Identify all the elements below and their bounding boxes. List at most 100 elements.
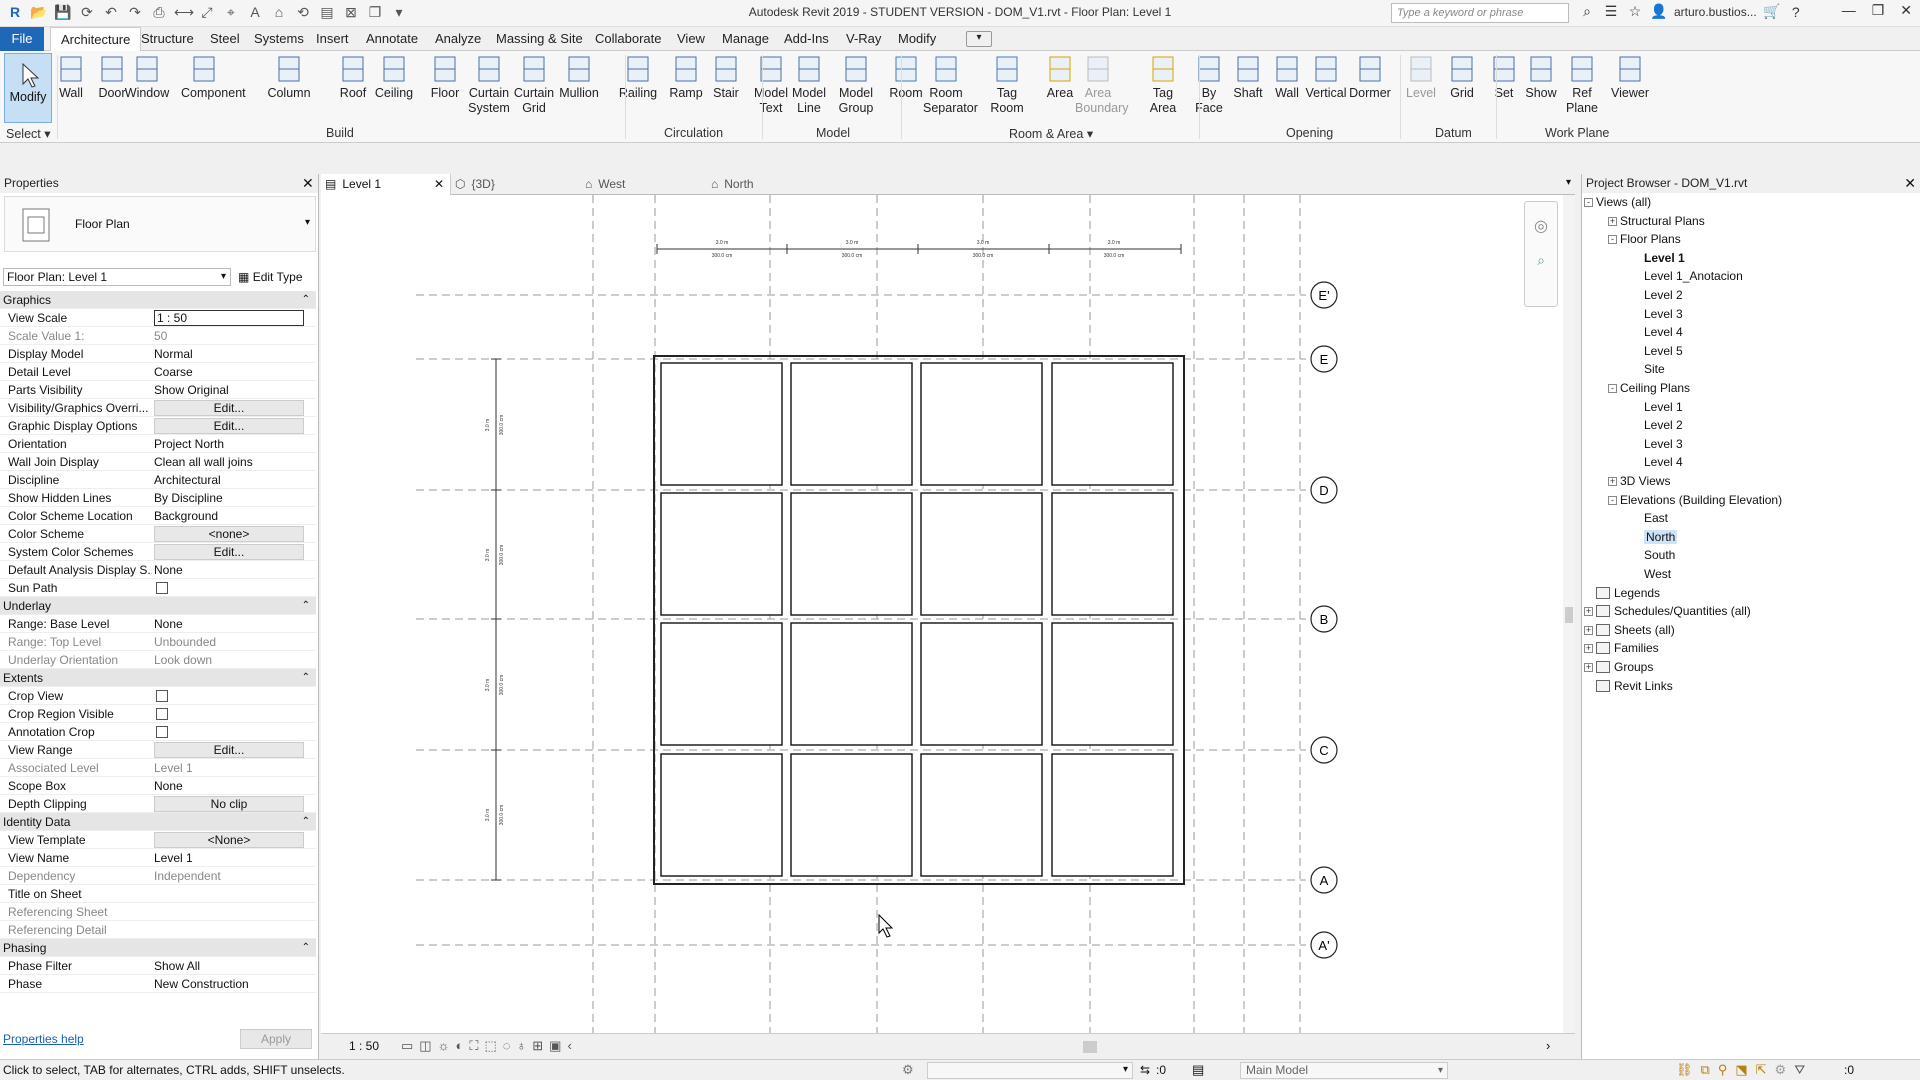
properties-help-link[interactable]: Properties help [3,1032,84,1046]
collapse-icon[interactable]: ⌃ [302,939,310,957]
browser-node[interactable]: - Views (all) [1584,194,1651,210]
property-value[interactable]: New Construction [154,975,304,993]
grid-bubble-label[interactable]: E' [1318,288,1329,303]
grid-bubble-label[interactable]: A [1320,873,1329,888]
favorites-icon[interactable]: ☆ [1626,3,1644,20]
property-edit-button[interactable]: <None> [154,832,304,848]
tag-room-button[interactable]: Tag Room [984,54,1030,116]
floor-plan-drawing[interactable]: E' E D B C A A' 3.0 m 300.0 cm 3.0 m 300.0 cm 3.0 m… [321,195,1563,1033]
switch-windows-icon[interactable]: ❐ [366,3,384,21]
collapse-icon[interactable]: - [1608,235,1617,245]
roof-button[interactable]: Roof [330,54,376,101]
property-row[interactable]: Default Analysis Display S... None [0,561,316,579]
property-edit-button[interactable]: Edit... [154,418,304,434]
property-section[interactable]: Graphics ⌃ [0,291,316,309]
crop-view-icon[interactable]: ⛶ [469,1038,478,1054]
property-row[interactable]: View Name Level 1 [0,849,316,867]
property-row[interactable]: Title on Sheet [0,885,316,903]
dimension-icon[interactable]: ⤢ [198,3,216,21]
property-row[interactable]: Range: Base Level None [0,615,316,633]
binoculars-icon[interactable]: ⌕ [1578,3,1596,20]
expand-icon[interactable]: + [1608,216,1617,226]
browser-node[interactable]: + Structural Plans [1608,213,1705,229]
vertical-button[interactable]: Vertical [1303,54,1349,101]
property-edit-button[interactable]: No clip [154,796,304,812]
property-edit-button[interactable]: Edit... [154,400,304,416]
property-row[interactable]: Depth Clipping No clip [0,795,316,813]
property-row[interactable]: Graphic Display Options Edit... [0,417,316,435]
area-boundary-button[interactable]: Area Boundary [1075,54,1129,116]
collapse-icon[interactable]: - [1608,384,1617,393]
tab-annotate[interactable]: Annotate [366,31,418,46]
checkbox[interactable] [156,582,168,594]
save-icon[interactable]: 💾 [54,3,72,21]
tag-icon[interactable]: ⌖ [222,3,240,21]
collapse-icon[interactable]: ⌃ [302,669,310,687]
horizontal-scroll-thumb[interactable] [1083,1041,1097,1053]
property-value[interactable]: Coarse [154,363,304,381]
property-value[interactable]: Level 1 [154,849,304,867]
search-input[interactable]: Type a keyword or phrase [1391,3,1569,23]
property-row[interactable]: Orientation Project North [0,435,316,453]
tab-steel[interactable]: Steel [210,31,240,46]
steering-wheel-icon[interactable]: ◎ [1525,216,1557,236]
temporary-hide-icon[interactable]: ◌ [503,1038,511,1054]
panel-label-select[interactable]: Select ▾ [6,126,51,141]
property-row[interactable]: Sun Path [0,579,316,597]
edit-type-button[interactable]: ▦ Edit Type [238,268,303,286]
level-button[interactable]: Level [1398,54,1444,101]
property-row[interactable]: Discipline Architectural [0,471,316,489]
browser-node[interactable]: + Schedules/Quantities (all) [1584,603,1751,619]
sun-path-icon[interactable]: ☼ [438,1038,450,1054]
browser-node[interactable]: Level 1 [1644,250,1685,266]
browser-node[interactable]: Level 2 [1644,417,1683,433]
curtain-grid-button[interactable]: Curtain Grid [511,54,557,116]
property-value[interactable]: Show All [154,957,304,975]
property-value[interactable]: Architectural [154,471,304,489]
collapse-icon[interactable]: ⌃ [302,813,310,831]
property-value[interactable]: None [154,777,304,795]
browser-node[interactable]: + Sheets (all) [1584,622,1675,638]
browser-node[interactable]: - Elevations (Building Elevation) [1608,492,1782,508]
redo-icon[interactable]: ↷ [126,3,144,21]
property-row[interactable]: Display Model Normal [0,345,316,363]
tab-3d[interactable]: ⬡ {3D} [453,174,583,195]
dormer-button[interactable]: Dormer [1347,54,1393,101]
browser-node[interactable]: - Ceiling Plans [1608,380,1690,396]
ceiling-button[interactable]: Ceiling [371,54,417,101]
property-value[interactable]: Background [154,507,304,525]
help-icon[interactable]: ? [1787,4,1805,20]
analysis-icon[interactable]: ▣ [549,1038,561,1054]
railing-button[interactable]: Railing [615,54,661,101]
browser-node[interactable]: - Floor Plans [1608,231,1681,247]
drag-elements-icon[interactable]: ⇱ [1756,1062,1767,1078]
property-row[interactable]: Show Hidden Lines By Discipline [0,489,316,507]
property-section[interactable]: Identity Data ⌃ [0,813,316,831]
browser-node[interactable]: Level 2 [1644,287,1683,303]
property-edit-button[interactable]: Edit... [154,544,304,560]
filter-icon[interactable]: ⛛ [1794,1062,1805,1078]
section-icon[interactable]: ⟲ [294,3,312,21]
select-underlay-icon[interactable]: ⧉ [1701,1062,1710,1078]
design-option-dropdown[interactable]: Main Model ▾ [1240,1062,1448,1079]
floor-button[interactable]: Floor [422,54,468,101]
collapse-icon[interactable]: ⌃ [302,597,310,615]
instance-selector[interactable]: Floor Plan: Level 1 ▾ [3,268,231,286]
drawing-canvas[interactable]: E' E D B C A A' 3.0 m 300.0 cm 3.0 m 300.0 cm 3.0 m… [321,195,1563,1033]
property-row[interactable]: Range: Top Level Unbounded [0,633,316,651]
property-row[interactable]: Parts Visibility Show Original [0,381,316,399]
subscription-icon[interactable]: ☰ [1602,3,1620,20]
property-value[interactable]: By Discipline [154,489,304,507]
property-row[interactable]: Scale Value 1: 50 [0,327,316,345]
property-row[interactable]: Crop View [0,687,316,705]
mullion-button[interactable]: Mullion [556,54,602,101]
property-row[interactable]: View Range Edit... [0,741,316,759]
property-section[interactable]: Underlay ⌃ [0,597,316,615]
revit-logo-icon[interactable]: R [6,3,24,21]
property-row[interactable]: Underlay Orientation Look down [0,651,316,669]
browser-node[interactable]: Level 5 [1644,343,1683,359]
grid-bubble-label[interactable]: B [1320,612,1329,627]
tab-insert[interactable]: Insert [316,31,349,46]
property-row[interactable]: Color Scheme Location Background [0,507,316,525]
apply-button[interactable]: Apply [240,1029,312,1049]
